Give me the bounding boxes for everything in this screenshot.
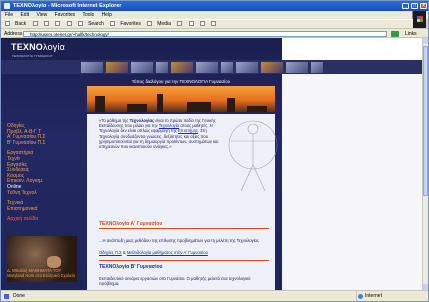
logo-text-light: λογία <box>43 42 66 52</box>
vertical-scrollbar[interactable] <box>422 38 428 290</box>
ie-icon <box>4 3 10 9</box>
section-a-links: Οδηγίες Π.Σ & Μεθοδολογία μαθήματος στην… <box>99 250 269 255</box>
title-bar: TEXNOλογία - Microsoft Internet Explorer… <box>1 1 428 11</box>
thumbnail-image <box>196 62 218 73</box>
globe-icon <box>358 294 363 299</box>
favorites-icon[interactable] <box>110 21 116 27</box>
forward-icon[interactable] <box>32 21 38 27</box>
logo-text-bold: TEXNO <box>11 42 44 52</box>
a-odigies-link[interactable]: Οδηγίες Π.Σ <box>99 250 122 255</box>
search-icon[interactable] <box>78 21 84 27</box>
stop-icon[interactable] <box>43 21 49 27</box>
security-zone: Internet <box>356 291 382 301</box>
menu-tools[interactable]: Tools <box>82 12 94 18</box>
thumbnail-image <box>261 62 283 73</box>
links-button[interactable]: Links <box>405 31 417 37</box>
back-button[interactable]: Back <box>15 21 26 27</box>
menu-favorites[interactable]: Favorites <box>55 12 76 18</box>
media-icon[interactable] <box>147 21 153 27</box>
section-b-title[interactable]: ΤΕΧΝΟλογία Β' Γυμνασίου <box>99 264 162 270</box>
thumbnail-image <box>81 62 103 73</box>
photo-thumbnails <box>81 62 323 73</box>
minimize-button[interactable]: _ <box>402 3 409 9</box>
section-a-title[interactable]: ΤΕΧΝΟλογία Α' Γυμνασίου <box>99 221 162 227</box>
status-text: Done <box>13 293 25 299</box>
browser-window: TEXNOλογία - Microsoft Internet Explorer… <box>0 0 429 302</box>
sidebar-nav: Οδηγίες Προβλ. Α-Β-Γ Τ Α' Γυμνασίου Π.Σ … <box>7 123 77 223</box>
address-bar: Address http://users.otenet.gr/~halfk/te… <box>1 28 428 38</box>
sidebar-item-home[interactable]: Αρχική σελίδα <box>7 217 77 223</box>
toolbar: Back Search Favorites Media <box>1 19 413 28</box>
section-b-text: Εκπαιδευτικό σενάριο εργασιών στο Γυμνάσ… <box>99 276 251 287</box>
windows-logo-icon <box>412 11 426 28</box>
thumbnail-image <box>221 62 233 73</box>
scroll-thumb[interactable] <box>423 46 428 196</box>
thumbnail-image <box>286 62 308 73</box>
media-button[interactable]: Media <box>157 21 171 27</box>
zone-text: Internet <box>365 293 382 299</box>
home-icon[interactable] <box>66 21 72 27</box>
window-title: TEXNOλογία - Microsoft Internet Explorer <box>13 3 122 9</box>
page-viewport: TEXNOλογία ΤΕΧΝΟΛΟΓΙΑ ΓΥΜΝΑΣΙΟΥ Τόπος δι… <box>1 38 422 290</box>
section-divider <box>99 228 269 229</box>
status-bar: Done Internet <box>1 290 428 301</box>
mail-icon[interactable] <box>188 21 194 27</box>
close-button[interactable]: × <box>420 3 427 9</box>
address-input[interactable]: http://users.otenet.gr/~halfk/technology… <box>23 31 387 37</box>
right-panel <box>282 74 422 290</box>
thumbnail-image <box>311 62 323 73</box>
maximize-button[interactable]: □ <box>411 3 418 9</box>
history-icon[interactable] <box>177 21 183 27</box>
thumbnail-image <box>236 62 258 73</box>
go-button[interactable] <box>391 31 399 37</box>
page-done-icon <box>4 294 9 299</box>
print-icon[interactable] <box>200 21 206 27</box>
intro-quote: «Το μάθημα της Τεχνολογίας είναι το πρώτ… <box>99 118 219 149</box>
favorites-button[interactable]: Favorites <box>120 21 141 27</box>
sunset-banner-image <box>87 86 275 112</box>
sidebar-caption[interactable]: Δ. Μπαλλή ΜΑΘΗΜΑΤΑ ΤΟΥ Maryland Hom στο … <box>7 268 77 278</box>
site-tagline: Τόπος διαλόγου για την ΤΕΧΝΟΛΟΓΙΑ Γυμνασ… <box>131 79 231 84</box>
section-a-text: ...Η ανάπτυξη μιας μεθόδου της επίλυσης … <box>99 238 259 243</box>
menu-edit[interactable]: Edit <box>20 12 29 18</box>
scroll-up-icon[interactable] <box>423 38 428 44</box>
thumbnail-image <box>171 62 193 73</box>
back-icon[interactable] <box>5 21 10 27</box>
menu-file[interactable]: File <box>5 12 13 18</box>
edit-icon[interactable] <box>211 21 217 27</box>
address-label: Address <box>4 31 23 37</box>
menu-help[interactable]: Help <box>102 12 112 18</box>
search-button[interactable]: Search <box>88 21 104 27</box>
menu-view[interactable]: View <box>36 12 47 18</box>
thumbnail-image <box>131 62 153 73</box>
thumbnail-image <box>156 62 168 73</box>
site-logo[interactable]: TEXNOλογία ΤΕΧΝΟΛΟΓΙΑ ΓΥΜΝΑΣΙΟΥ <box>11 42 66 58</box>
menu-bar: File Edit View Favorites Tools Help <box>1 11 428 19</box>
thumbnail-image <box>106 62 128 73</box>
vitruvian-sketch-image <box>228 120 278 192</box>
refresh-icon[interactable] <box>55 21 61 27</box>
logo-subtitle: ΤΕΧΝΟΛΟΓΙΑ ΓΥΜΝΑΣΙΟΥ <box>12 54 53 58</box>
a-methodology-link[interactable]: Μεθοδολογία μαθήματος στην Α' Γυμνασίου <box>127 250 208 255</box>
section-divider <box>99 260 269 261</box>
